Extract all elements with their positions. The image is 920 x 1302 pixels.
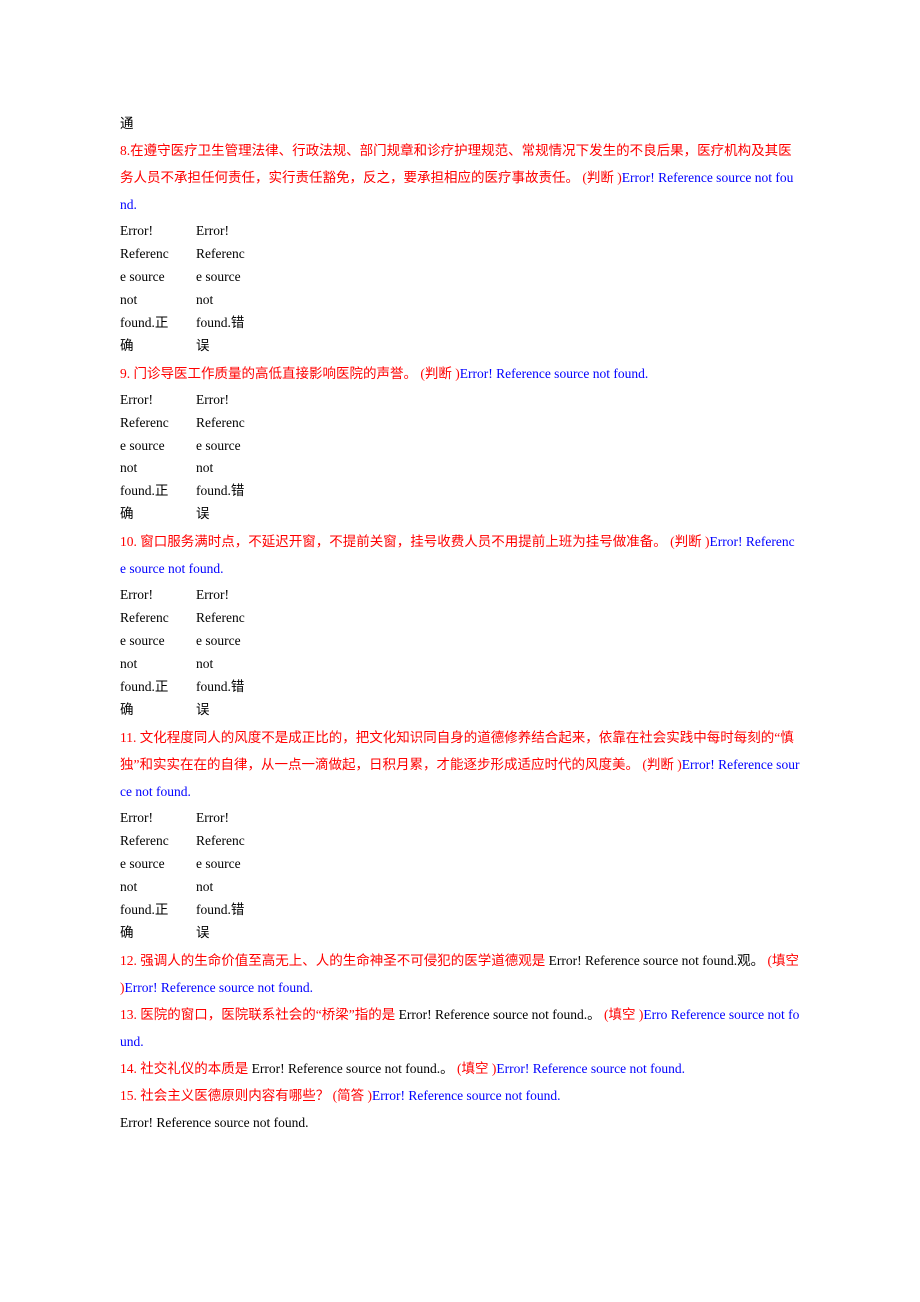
fragment-top: 通 (120, 110, 800, 137)
q9-tf-options: Error! Referenc e source not found.正 确 E… (120, 389, 800, 527)
q15-type: (简答 ) (329, 1088, 372, 1103)
question-12: 12. 强调人的生命价值至高无上、人的生命神圣不可侵犯的医学道德观是 Error… (120, 947, 800, 1001)
q14-blank-error: Error! Reference source not found. (248, 1061, 440, 1076)
q11-true-option[interactable]: Error! Referenc e source not found.正 确 (120, 807, 192, 945)
q14-number: 14. (120, 1061, 140, 1076)
q14-error-link-a[interactable]: Error! Reference source not (496, 1061, 650, 1076)
q10-number: 10. (120, 534, 140, 549)
q12-error-link[interactable]: Error! Reference source not found. (125, 980, 314, 995)
question-10: 10. 窗口服务满时点，不延迟开窗，不提前关窗，挂号收费人员不用提前上班为挂号做… (120, 528, 800, 582)
q15-number: 15. (120, 1088, 140, 1103)
q14-text-b: 。 (440, 1061, 454, 1076)
q12-blank-error: Error! Reference source not found. (545, 953, 737, 968)
q13-number: 13. (120, 1007, 140, 1022)
q9-text: 门诊导医工作质量的高低直接影响医院的声誉。 (134, 366, 418, 381)
q10-false-option[interactable]: Error! Referenc e source not found.错 误 (196, 584, 268, 722)
q12-text-a: 强调人的生命价值至高无上、人的生命神圣不可侵犯的医学道德观是 (140, 953, 545, 968)
q9-error-link[interactable]: Error! Reference source not found. (460, 366, 649, 381)
q12-number: 12. (120, 953, 140, 968)
question-13: 13. 医院的窗口，医院联系社会的“桥梁”指的是 Error! Referenc… (120, 1001, 800, 1055)
q8-false-option[interactable]: Error! Referenc e source not found.错 误 (196, 220, 268, 358)
q10-tf-options: Error! Referenc e source not found.正 确 E… (120, 584, 800, 722)
q15-error-link[interactable]: Error! Reference source not found. (372, 1088, 561, 1103)
q15-text: 社会主义医德原则内容有哪些？ (140, 1088, 329, 1103)
q12-text-b: 观。 (737, 953, 764, 968)
q11-number: 11. (120, 730, 140, 745)
question-9: 9. 门诊导医工作质量的高低直接影响医院的声誉。 (判断 )Error! Ref… (120, 360, 800, 387)
question-15: 15. 社会主义医德原则内容有哪些？ (简答 )Error! Reference… (120, 1082, 800, 1109)
q8-true-option[interactable]: Error! Referenc e source not found.正 确 (120, 220, 192, 358)
q11-tf-options: Error! Referenc e source not found.正 确 E… (120, 807, 800, 945)
q9-false-option[interactable]: Error! Referenc e source not found.错 误 (196, 389, 268, 527)
q10-type: (判断 ) (667, 534, 710, 549)
q13-text-a: 医院的窗口，医院联系社会的“桥梁”指的是 (140, 1007, 395, 1022)
q13-text-b: 。 (587, 1007, 601, 1022)
question-14: 14. 社交礼仪的本质是 Error! Reference source not… (120, 1055, 800, 1082)
q8-number: 8. (120, 143, 130, 158)
question-8: 8.在遵守医疗卫生管理法律、行政法规、部门规章和诊疗护理规范、常规情况下发生的不… (120, 137, 800, 218)
q11-type: (判断 ) (639, 757, 682, 772)
q9-true-option[interactable]: Error! Referenc e source not found.正 确 (120, 389, 192, 527)
q8-tf-options: Error! Referenc e source not found.正 确 E… (120, 220, 800, 358)
q15-answer: Error! Reference source not found. (120, 1109, 800, 1136)
q10-true-option[interactable]: Error! Referenc e source not found.正 确 (120, 584, 192, 722)
q14-type: (填空 ) (454, 1061, 497, 1076)
question-11: 11. 文化程度同人的风度不是成正比的，把文化知识同自身的道德修养结合起来，依靠… (120, 724, 800, 805)
q9-type: (判断 ) (417, 366, 460, 381)
q11-false-option[interactable]: Error! Referenc e source not found.错 误 (196, 807, 268, 945)
q13-type: (填空 ) (601, 1007, 644, 1022)
q14-text-a: 社交礼仪的本质是 (140, 1061, 248, 1076)
q13-error-link-a[interactable]: Erro (643, 1007, 667, 1022)
q10-text: 窗口服务满时点，不延迟开窗，不提前关窗，挂号收费人员不用提前上班为挂号做准备。 (140, 534, 667, 549)
q14-error-link-b[interactable]: found. (650, 1061, 685, 1076)
q10-error-link-a[interactable]: Error! (710, 534, 743, 549)
q8-type: (判断 ) (579, 170, 622, 185)
q9-number: 9. (120, 366, 134, 381)
q13-blank-error: Error! Reference source not found. (395, 1007, 587, 1022)
